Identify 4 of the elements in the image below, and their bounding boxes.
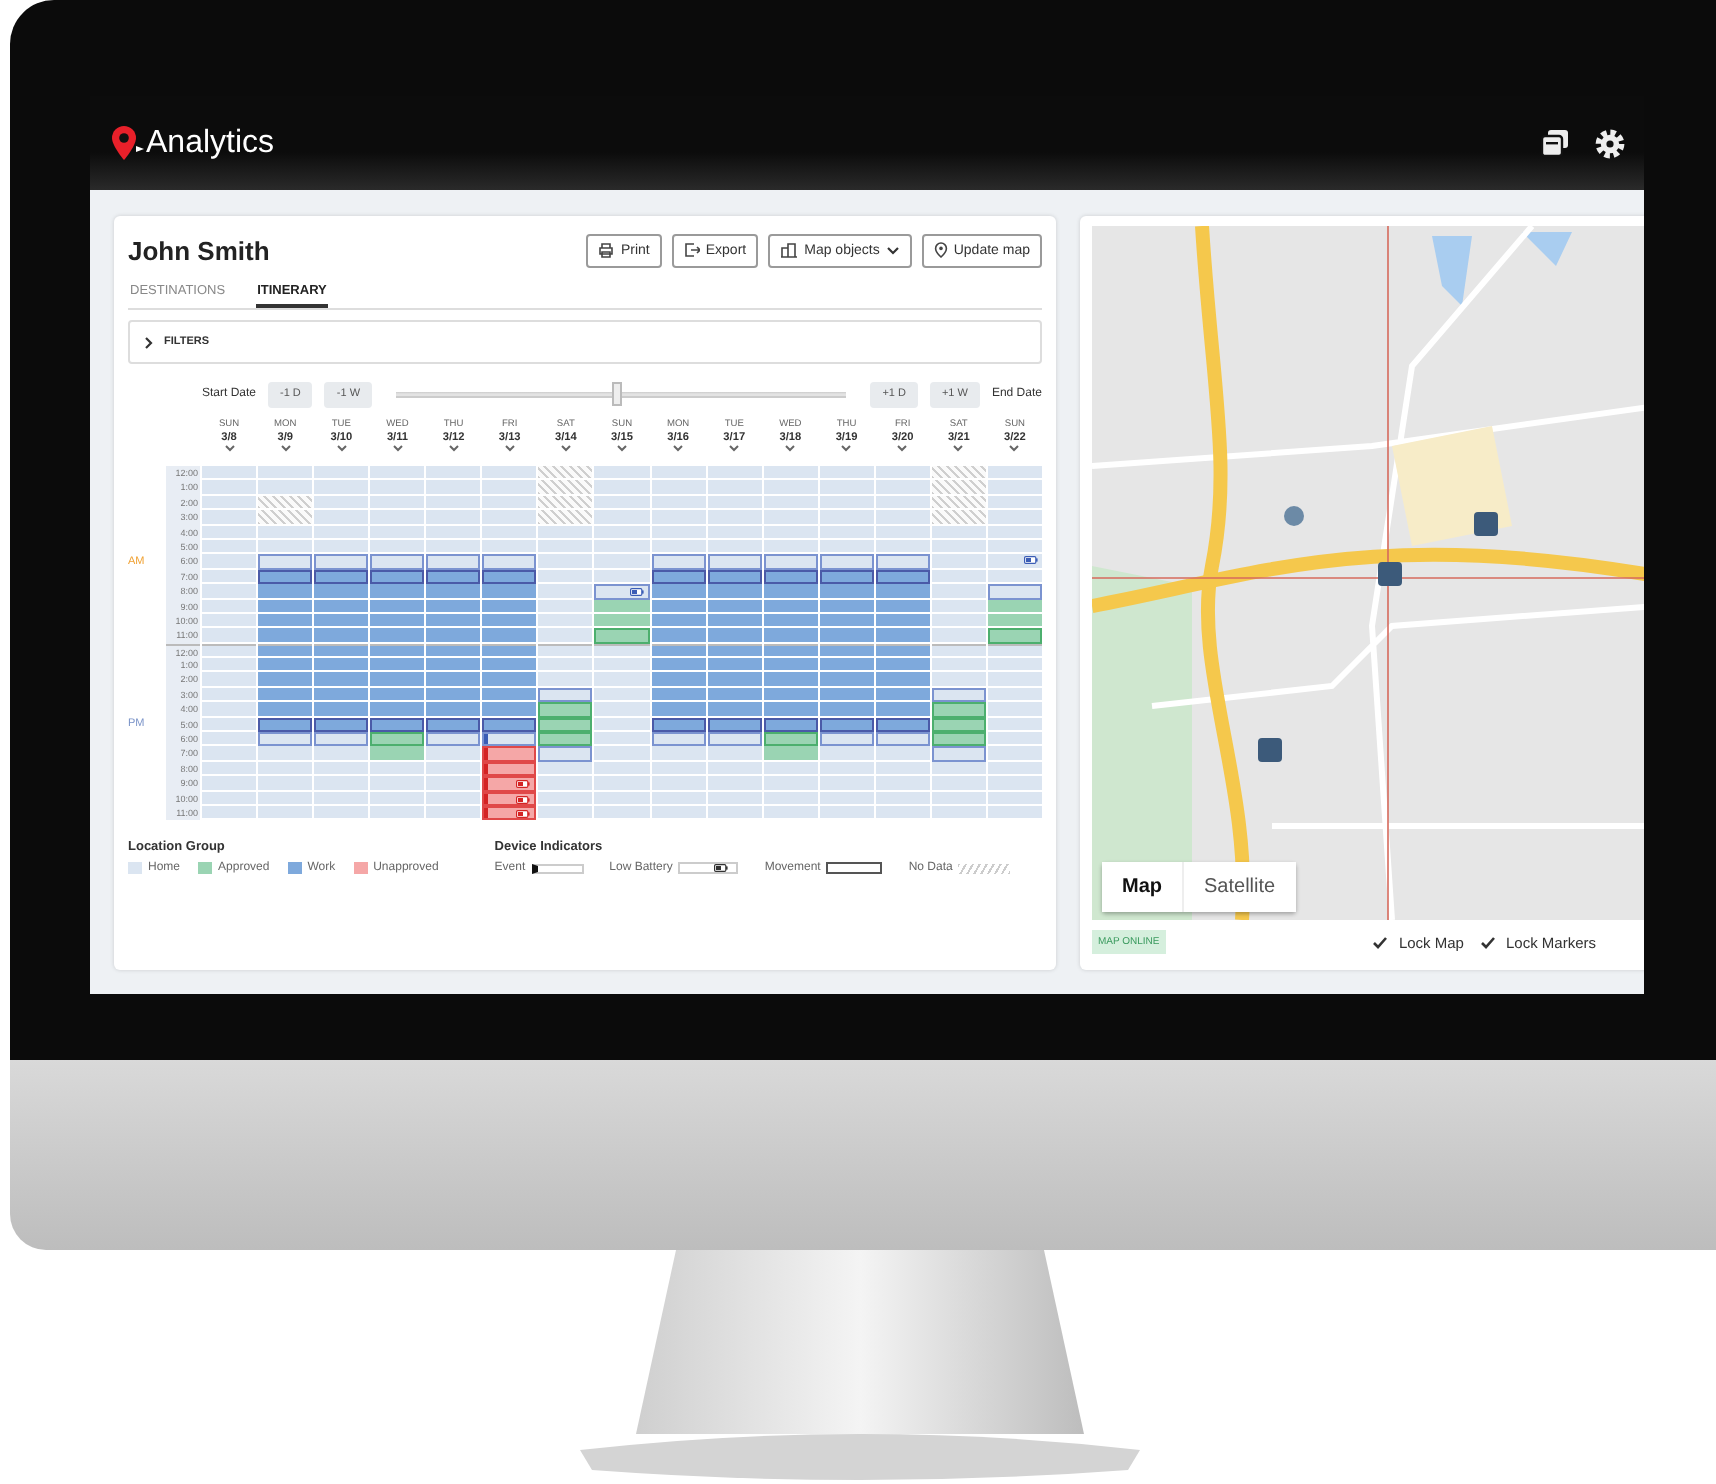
- map-type-tab[interactable]: Map: [1102, 862, 1184, 912]
- person-name: John Smith: [128, 235, 270, 265]
- map-type-tab[interactable]: Satellite: [1184, 862, 1296, 912]
- app-title: Analytics: [146, 125, 275, 161]
